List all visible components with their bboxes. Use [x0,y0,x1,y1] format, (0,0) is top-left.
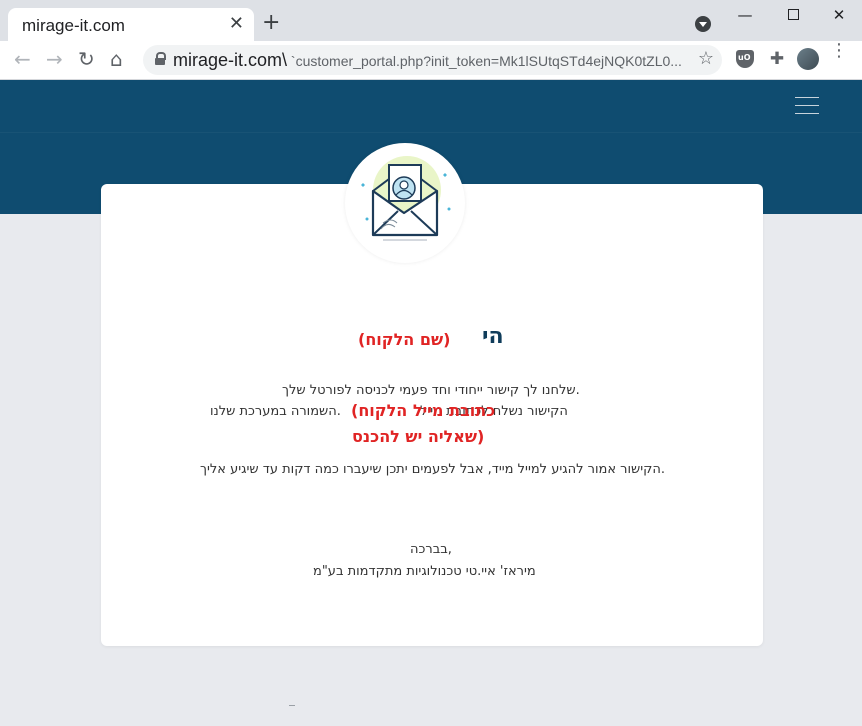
maximize-button[interactable] [770,4,816,26]
message-line-2-end: השמורה במערכת שלנו. [210,404,341,419]
tab-title: mirage-it.com [22,16,125,35]
customer-email-placeholder-2: שאליה יש להכנס) [352,427,485,446]
divider [289,705,295,706]
ublock-extension-icon[interactable] [736,50,754,68]
greeting-row: הי (שם הלקוח) [0,324,862,354]
maximize-icon [787,9,799,20]
customer-name-placeholder: (שם הלקוח) [358,330,451,349]
back-button[interactable]: ← [14,48,31,70]
greeting-title: הי [482,324,504,349]
page-content: הי (שם הלקוח) שלחנו לך קישור ייחודי וחד … [0,80,862,726]
browser-tab[interactable]: mirage-it.com ✕ [8,8,254,41]
browser-toolbar: ← → ↻ ⌂ mirage-it.com\ `customer_portal.… [0,41,862,80]
message-line-3-text: הקישור אמור להגיע למייל מייד, אבל לפעמים… [200,462,665,477]
profile-avatar[interactable] [797,48,819,70]
hamburger-icon[interactable] [795,97,819,115]
home-button[interactable]: ⌂ [110,48,123,70]
close-window-button[interactable]: ✕ [816,4,862,26]
forward-button[interactable]: → [46,48,63,70]
message-line-1-text: שלחנו לך קישור ייחודי וחד פעמי לכניסה לפ… [282,383,580,398]
envelope-user-icon [345,143,465,263]
url-domain: mirage-it.com\ [173,50,288,70]
browser-menu-icon[interactable]: ⋮ [830,42,848,65]
url-path: `customer_portal.php?init_token=Mk1lSUtq… [287,53,682,69]
extensions-puzzle-icon[interactable]: ✚ [768,50,786,68]
minimize-button[interactable]: — [722,4,768,26]
lock-icon[interactable] [155,52,166,65]
tab-search-icon[interactable] [695,16,711,32]
reload-button[interactable]: ↻ [78,48,95,70]
customer-email-placeholder-1: (כתובת מייל הלקוח [351,401,496,420]
url-text[interactable]: mirage-it.com\ `customer_portal.php?init… [173,50,682,71]
new-tab-button[interactable]: + [262,12,280,34]
bookmark-star-icon[interactable]: ☆ [698,49,714,69]
browser-titlebar: mirage-it.com ✕ + — ✕ [0,0,862,41]
signature-greeting-text: בברכה, [410,542,452,557]
tab-close-icon[interactable]: ✕ [229,14,244,34]
signature-company-text: מיראז' איי.טי טכנולוגיות מתקדמות בע"מ [313,564,536,579]
address-bar[interactable]: mirage-it.com\ `customer_portal.php?init… [143,45,722,75]
